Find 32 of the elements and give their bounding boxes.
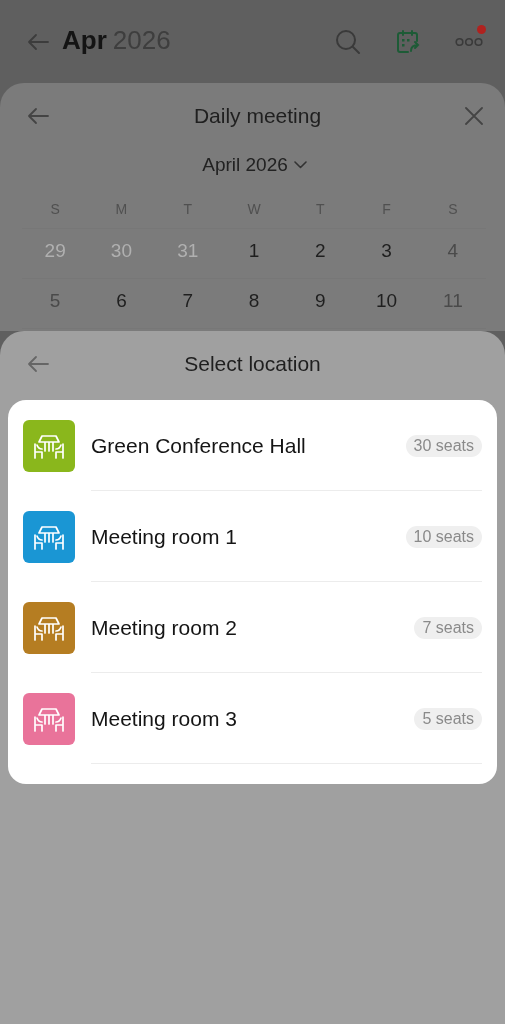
sheet-title: Daily meeting (193, 104, 322, 128)
calendar-day[interactable]: 7 (182, 290, 193, 311)
back-arrow-icon[interactable] (26, 355, 50, 373)
calendar-day[interactable]: 10 (376, 290, 398, 311)
calendar-day[interactable]: 2 (315, 240, 326, 261)
calendar-day[interactable]: 6 (116, 290, 127, 311)
calendar-share-icon[interactable] (395, 28, 421, 55)
calendar-day[interactable]: 3 (381, 240, 392, 261)
more-icon[interactable] (455, 36, 483, 47)
room-name: Meeting room 2 (91, 615, 238, 640)
search-icon[interactable] (335, 28, 361, 55)
room-name: Green Conference Hall (91, 433, 307, 458)
room-name: Meeting room 1 (91, 524, 238, 549)
seat-count: 10 seats (405, 525, 482, 548)
room-item[interactable]: Meeting room 1 10 seats (8, 491, 497, 582)
seat-count: 30 seats (405, 434, 482, 457)
seat-count: 7 seats (414, 616, 482, 639)
calendar-day[interactable]: 1 (248, 240, 260, 261)
calendar-day[interactable]: 9 (315, 290, 326, 311)
room-item[interactable]: Meeting room 3 5 seats (8, 673, 497, 764)
month-picker[interactable]: April 2026 (202, 154, 307, 176)
room-name: Meeting room 3 (91, 706, 238, 731)
chevron-down-icon (293, 161, 307, 169)
month-title: Apr (62, 25, 107, 56)
back-arrow-icon[interactable] (26, 107, 50, 125)
sheet-title: Select location (184, 352, 321, 375)
room-item[interactable]: Green Conference Hall 30 seats (8, 400, 497, 491)
room-item[interactable]: Meeting room 2 7 seats (8, 582, 497, 673)
close-icon[interactable] (465, 107, 483, 125)
back-arrow-icon[interactable] (26, 32, 50, 51)
seat-count: 5 seats (414, 707, 482, 730)
calendar-day[interactable]: 8 (248, 290, 260, 311)
